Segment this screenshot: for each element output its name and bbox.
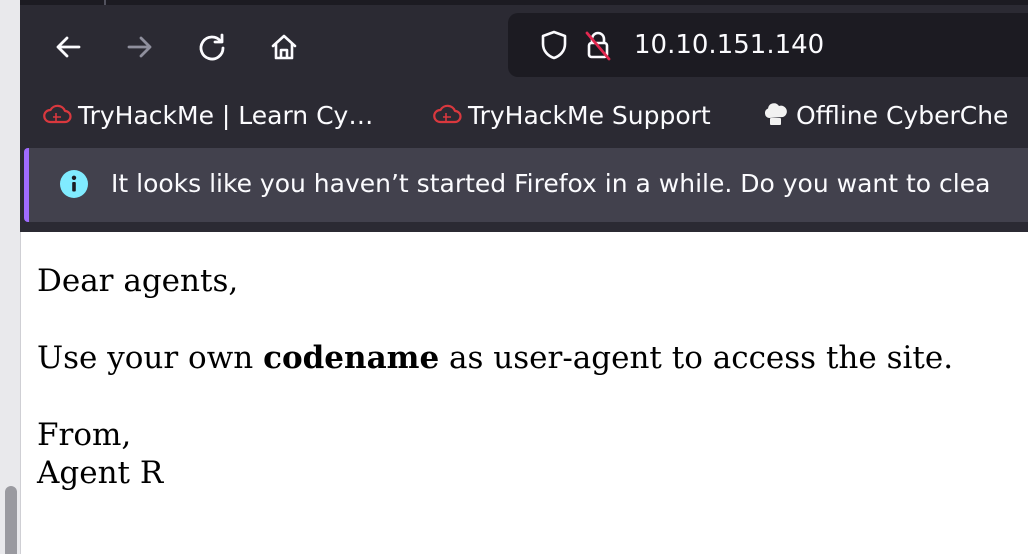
shield-icon[interactable] bbox=[538, 29, 570, 61]
bookmark-label: TryHackMe Support bbox=[468, 100, 711, 130]
back-arrow-icon bbox=[56, 36, 81, 58]
left-window-edge bbox=[0, 0, 21, 554]
forward-button[interactable] bbox=[118, 25, 162, 69]
instruction-text-end: as user-agent to access the site. bbox=[439, 340, 954, 376]
signature: Agent R bbox=[37, 455, 164, 491]
tryhackme-cloud-icon bbox=[433, 104, 462, 124]
page-content: Dear agents, Use your own codename as us… bbox=[37, 262, 1017, 492]
forward-arrow-icon bbox=[127, 36, 152, 58]
bookmark-label: TryHackMe | Learn Cy… bbox=[78, 100, 374, 130]
chef-hat-icon bbox=[764, 103, 787, 125]
tryhackme-cloud-icon bbox=[43, 104, 72, 124]
bookmark-offline-cyberchef[interactable]: Offline CyberChe bbox=[760, 97, 1008, 133]
browser-chrome: 10.10.151.140 TryHackMe | Learn Cy… TryH… bbox=[20, 0, 1028, 232]
codename-emphasis: codename bbox=[263, 340, 440, 376]
url-text[interactable]: 10.10.151.140 bbox=[634, 27, 824, 63]
reload-button[interactable] bbox=[190, 25, 234, 69]
notification-bar: It looks like you haven’t started Firefo… bbox=[24, 148, 1028, 222]
back-button[interactable] bbox=[46, 25, 90, 69]
instruction: Use your own codename as user-agent to a… bbox=[37, 339, 1017, 377]
bookmark-tryhackme-learn[interactable]: TryHackMe | Learn Cy… bbox=[42, 97, 373, 133]
home-icon bbox=[271, 34, 297, 60]
insecure-lock-icon[interactable] bbox=[582, 29, 614, 61]
bookmark-label: Offline CyberChe bbox=[796, 100, 1009, 130]
bookmark-tryhackme-support[interactable]: TryHackMe Support bbox=[432, 97, 711, 133]
reload-icon bbox=[199, 33, 225, 61]
instruction-text-start: Use your own bbox=[37, 340, 264, 376]
scrollbar-thumb[interactable] bbox=[5, 486, 17, 554]
navigation-toolbar: 10.10.151.140 bbox=[20, 5, 1028, 87]
bookmarks-toolbar: TryHackMe | Learn Cy… TryHackMe Support … bbox=[20, 87, 1028, 145]
greeting: Dear agents, bbox=[37, 263, 239, 299]
notification-text: It looks like you haven’t started Firefo… bbox=[111, 169, 991, 198]
closing: From, bbox=[37, 417, 132, 453]
info-icon bbox=[60, 170, 88, 198]
home-button[interactable] bbox=[262, 25, 306, 69]
url-bar[interactable]: 10.10.151.140 bbox=[508, 13, 1028, 77]
